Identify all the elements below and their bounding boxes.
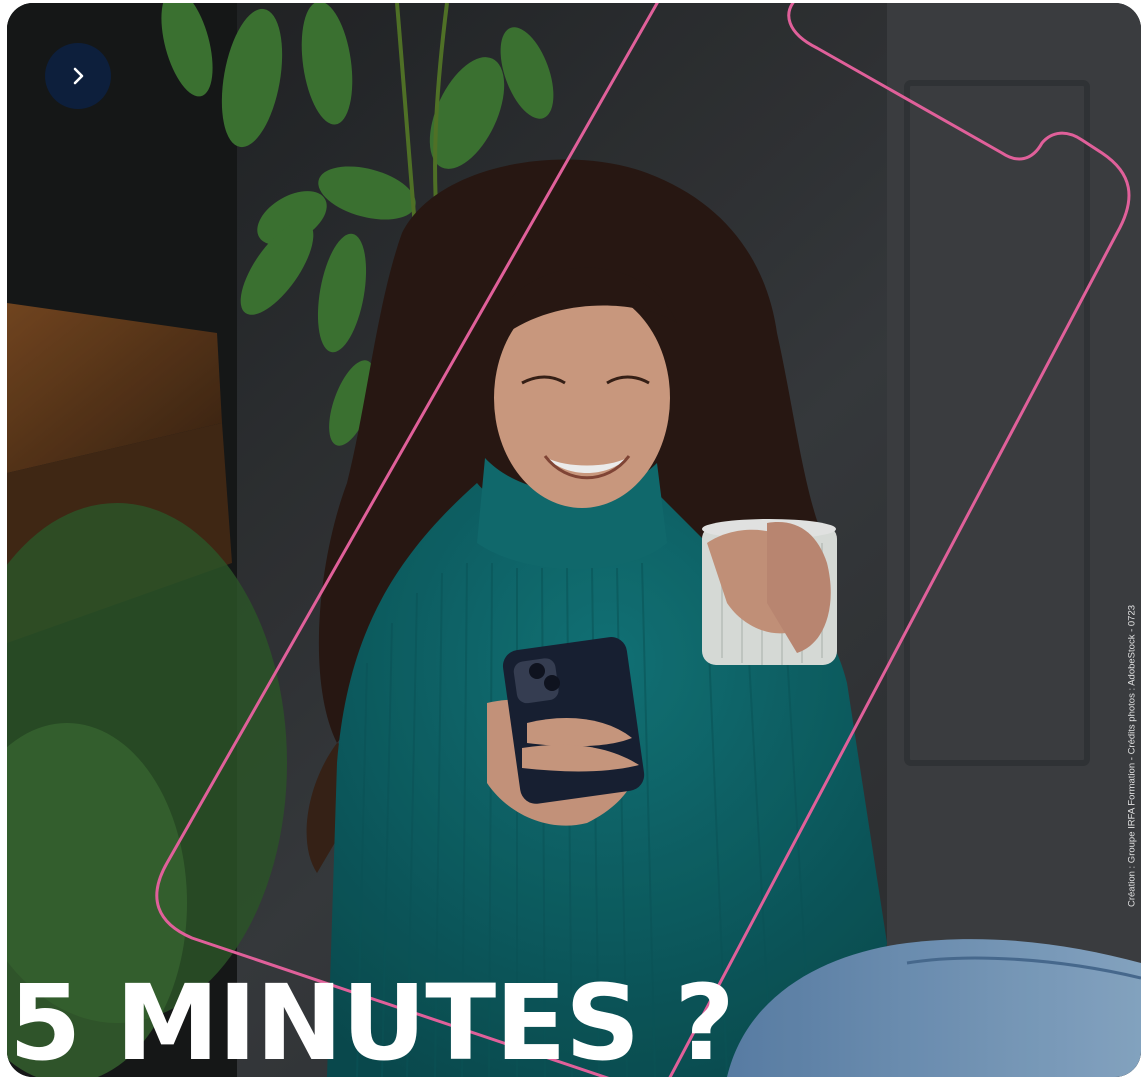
headline: 5 MINUTES ? [9, 962, 735, 1077]
photo-credit-text: Création : Groupe IRFA Formation - Crédi… [1126, 604, 1138, 908]
chevron-right-icon [73, 67, 84, 85]
next-button[interactable] [45, 43, 111, 109]
hero-card: Création : Groupe IRFA Formation - Crédi… [7, 3, 1141, 1077]
hero-photo [7, 3, 1141, 1077]
